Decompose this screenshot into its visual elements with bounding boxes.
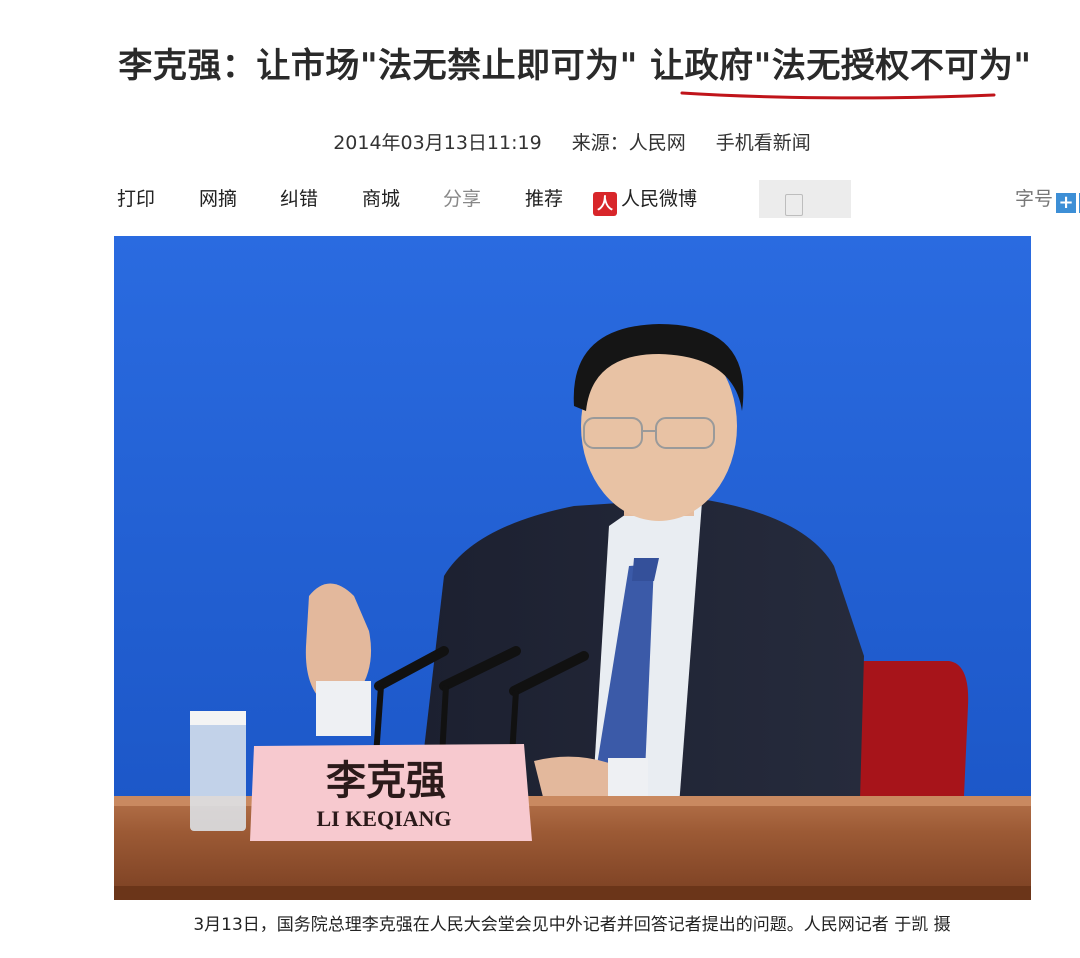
font-size-control: 字号+− (1015, 184, 1080, 213)
font-size-label: 字号 (1015, 188, 1054, 210)
article-source: 来源：人民网 (571, 132, 686, 154)
mall-link[interactable]: 商城 (362, 184, 400, 211)
article-photo: 李克强 LI KEQIANG (114, 236, 1031, 900)
weibo-link[interactable]: 人人民微博 (593, 184, 697, 216)
weibo-label: 人民微博 (621, 188, 698, 210)
nameplate-chinese: 李克强 (326, 757, 446, 804)
weibo-logo-icon: 人 (593, 192, 617, 216)
font-increase-button[interactable]: + (1056, 193, 1077, 213)
article-date: 2014年03月13日11:19 (333, 132, 542, 154)
print-button[interactable]: 打印 (117, 184, 155, 211)
correct-button[interactable]: 纠错 (280, 184, 318, 211)
share-button[interactable]: 分享 (443, 184, 481, 211)
title-underline-mark (680, 91, 996, 100)
photo-caption: 3月13日，国务院总理李克强在人民大会堂会见中外记者并回答记者提出的问题。人民网… (193, 915, 951, 935)
mobile-news-link[interactable]: 手机看新闻 (716, 132, 811, 154)
broken-image-icon (785, 194, 803, 216)
article-meta: 2014年03月13日11:19 来源：人民网 手机看新闻 (0, 128, 1080, 155)
article-toolbar: 打印 网摘 纠错 商城 分享 推荐 人人民微博 字号+− (117, 176, 1080, 220)
recommend-button[interactable]: 推荐 (525, 184, 563, 211)
excerpt-button[interactable]: 网摘 (199, 184, 237, 211)
nameplate-english: LI KEQIANG (316, 806, 451, 831)
article-title: 李克强：让市场"法无禁止即可为" 让政府"法无授权不可为" (118, 46, 1032, 86)
broken-image-placeholder (759, 180, 851, 218)
